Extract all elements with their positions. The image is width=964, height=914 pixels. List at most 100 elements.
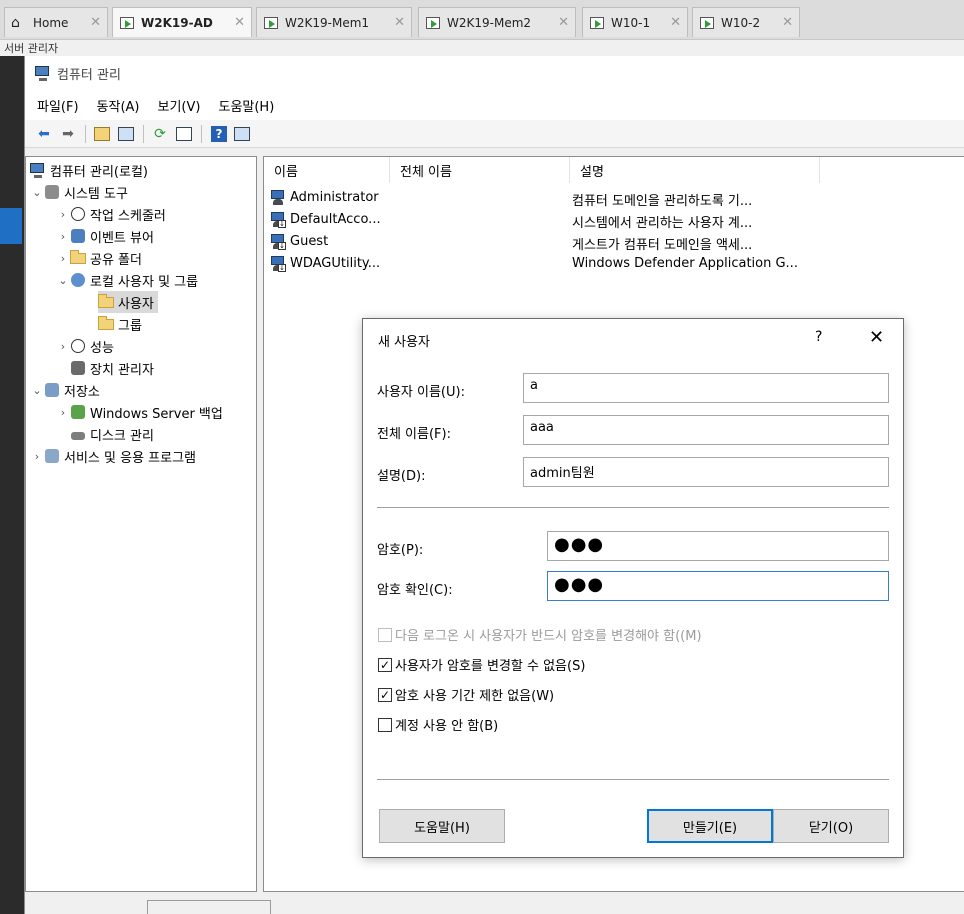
tab-w2k19-ad[interactable]: W2K19-AD ✕ [112,7,252,37]
chevron-right-icon[interactable]: › [56,230,70,243]
username-field[interactable]: a [523,373,889,403]
properties-icon[interactable] [231,123,253,145]
tree-label: 서비스 및 응용 프로그램 [64,450,196,466]
tab-home[interactable]: ⌂ Home ✕ [4,7,108,37]
tree-node-device-manager[interactable]: 장치 관리자 [70,357,154,379]
chevron-right-icon[interactable]: › [56,252,70,265]
tree-node-performance[interactable]: › 성능 [56,335,114,357]
user-name: DefaultAcco... [290,212,381,227]
tab-w2k19-mem2[interactable]: W2K19-Mem2 ✕ [418,7,576,37]
close-icon[interactable]: ✕ [226,15,245,30]
confirm-password-label: 암호 확인(C): [377,583,453,598]
checkbox-box[interactable]: ✓ [378,657,392,672]
vm-icon [589,15,605,31]
table-row[interactable]: ↓ Guest 게스트가 컴퓨터 도메인을 액세... [270,231,830,253]
back-arrow-icon[interactable]: ⬅ [33,123,55,145]
column-header-full-name[interactable]: 전체 이름 [390,157,570,183]
tree-node-windows-server-backup[interactable]: › Windows Server 백업 [56,401,223,423]
backup-icon [70,404,86,420]
chevron-down-icon[interactable]: ⌄ [30,186,44,199]
account-disabled-checkbox[interactable]: 계정 사용 안 함(B) [378,715,498,734]
home-icon: ⌂ [11,14,20,31]
tab-w10-1[interactable]: W10-1 ✕ [582,7,688,37]
tree-label: 로컬 사용자 및 그룹 [90,274,199,290]
help-button[interactable]: 도움말(H) [379,809,505,843]
tree-node-system-tools[interactable]: ⌄ 시스템 도구 [30,181,128,203]
tree-label: 이벤트 뷰어 [90,230,154,246]
tree-node-computer-management[interactable]: 컴퓨터 관리(로컬) [30,159,148,181]
tree-label: 그룹 [118,318,142,334]
status-bar [25,896,964,914]
table-row[interactable]: ↓ WDAGUtility... Windows Defender Applic… [270,253,830,275]
close-icon[interactable]: ✕ [662,15,681,30]
username-label: 사용자 이름(U): [377,385,465,400]
table-row[interactable]: Administrator 컴퓨터 도메인을 관리하도록 기... [270,187,830,209]
fullname-field[interactable]: aaa [523,415,889,445]
export-list-icon[interactable] [173,123,195,145]
menu-action[interactable]: 동작(A) [97,96,140,115]
dashboard-marker [0,208,22,244]
checkbox-box[interactable]: ✓ [378,687,392,702]
tree-node-disk-management[interactable]: 디스크 관리 [70,423,154,445]
close-icon[interactable]: ✕ [550,15,569,30]
tree-node-storage[interactable]: ⌄ 저장소 [30,379,100,401]
toolbar: ⬅ ➡ ⟳ ? [25,120,964,148]
column-header-description[interactable]: 설명 [570,157,820,183]
server-manager-title: 서버 관리자 [0,40,140,56]
up-folder-icon[interactable] [91,123,113,145]
disabled-user-icon: ↓ [270,234,286,250]
refresh-icon[interactable]: ⟳ [149,123,171,145]
must-change-password-checkbox[interactable]: 다음 로그온 시 사용자가 반드시 암호를 변경해야 함((M) [378,625,702,644]
tab-w2k19-mem1[interactable]: W2K19-Mem1 ✕ [256,7,412,37]
tab-w10-2[interactable]: W10-2 ✕ [692,7,800,37]
chevron-right-icon[interactable]: › [30,450,44,463]
checkbox-label: 계정 사용 안 함(B) [395,719,499,734]
chevron-right-icon[interactable]: › [56,406,70,419]
menu-view[interactable]: 보기(V) [158,96,201,115]
vm-icon [425,15,441,31]
fullname-label: 전체 이름(F): [377,427,451,442]
create-button[interactable]: 만들기(E) [647,809,773,843]
cannot-change-password-checkbox[interactable]: ✓ 사용자가 암호를 변경할 수 없음(S) [378,655,585,674]
close-icon[interactable]: ✕ [386,15,405,30]
table-row[interactable]: ↓ DefaultAcco... 시스템에서 관리하는 사용자 계... [270,209,830,231]
column-header-name[interactable]: 이름 [264,157,390,183]
tree-node-shared-folders[interactable]: › 공유 폴더 [56,247,142,269]
tree-node-users[interactable]: 사용자 [98,291,158,313]
password-never-expires-checkbox[interactable]: ✓ 암호 사용 기간 제한 없음(W) [378,685,554,704]
tree-node-event-viewer[interactable]: › 이벤트 뷰어 [56,225,154,247]
chevron-down-icon[interactable]: ⌄ [56,274,70,287]
checkbox-box[interactable] [378,627,392,642]
tree-label: 컴퓨터 관리(로컬) [50,164,148,180]
dialog-divider [377,779,889,780]
tree-label: 작업 스케줄러 [90,208,166,224]
tree-label: 시스템 도구 [64,186,128,202]
vm-icon [699,15,715,31]
forward-arrow-icon[interactable]: ➡ [57,123,79,145]
close-button[interactable]: 닫기(O) [773,809,889,843]
description-field[interactable]: admin팀원 [523,457,889,487]
close-icon[interactable]: ✕ [869,327,884,348]
tree-node-services-applications[interactable]: › 서비스 및 응용 프로그램 [30,445,196,467]
tree-node-local-users-groups[interactable]: ⌄ 로컬 사용자 및 그룹 [56,269,198,291]
chevron-right-icon[interactable]: › [56,340,70,353]
menu-help[interactable]: 도움말(H) [218,96,274,115]
confirm-password-field[interactable]: ●●● [547,571,889,601]
close-icon[interactable]: ✕ [82,15,101,30]
show-hide-tree-icon[interactable] [115,123,137,145]
user-name: Guest [290,234,329,249]
tree-label: Windows Server 백업 [90,406,223,422]
close-icon[interactable]: ✕ [774,15,793,30]
checkbox-box[interactable] [378,717,392,732]
tree-node-task-scheduler[interactable]: › 작업 스케줄러 [56,203,166,225]
tree-node-groups[interactable]: 그룹 [98,313,142,335]
chevron-down-icon[interactable]: ⌄ [30,384,44,397]
help-icon[interactable]: ? [211,125,227,142]
password-field[interactable]: ●●● [547,531,889,561]
performance-icon [70,338,86,354]
storage-icon [44,382,60,398]
menu-file[interactable]: 파일(F) [37,96,79,115]
tab-label: W2K19-Mem2 [447,15,532,30]
chevron-right-icon[interactable]: › [56,208,70,221]
help-icon[interactable]: ? [815,329,822,345]
